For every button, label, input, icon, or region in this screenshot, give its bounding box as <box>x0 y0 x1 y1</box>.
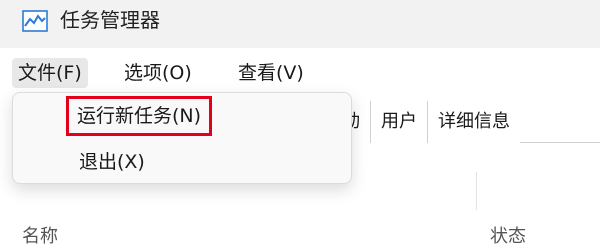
column-name-header[interactable]: 名称 <box>22 222 58 248</box>
menu-item-run-new-task[interactable]: 运行新任务(N) <box>65 96 213 136</box>
menu-options[interactable]: 选项(O) <box>118 58 198 88</box>
column-status-header[interactable]: 状态 <box>490 222 526 248</box>
task-manager-window: 任务管理器 文件(F) 选项(O) 查看(V) 动 用户 详细信息 名称 状态 … <box>0 0 600 252</box>
menu-bar: 文件(F) 选项(O) 查看(V) <box>0 52 600 92</box>
tab-details[interactable]: 详细信息 <box>428 101 520 143</box>
menu-item-exit[interactable]: 退出(X) <box>75 145 149 179</box>
tab-strip: 动 用户 详细信息 <box>330 101 600 143</box>
window-title: 任务管理器 <box>60 8 160 32</box>
menu-file[interactable]: 文件(F) <box>12 58 88 88</box>
file-menu-dropdown: 运行新任务(N) 退出(X) <box>12 92 352 184</box>
menu-view[interactable]: 查看(V) <box>232 58 310 88</box>
tab-users[interactable]: 用户 <box>371 101 428 143</box>
task-manager-graph-icon <box>22 10 48 32</box>
title-bar: 任务管理器 <box>0 0 600 48</box>
column-header-row: 名称 状态 <box>0 210 600 252</box>
